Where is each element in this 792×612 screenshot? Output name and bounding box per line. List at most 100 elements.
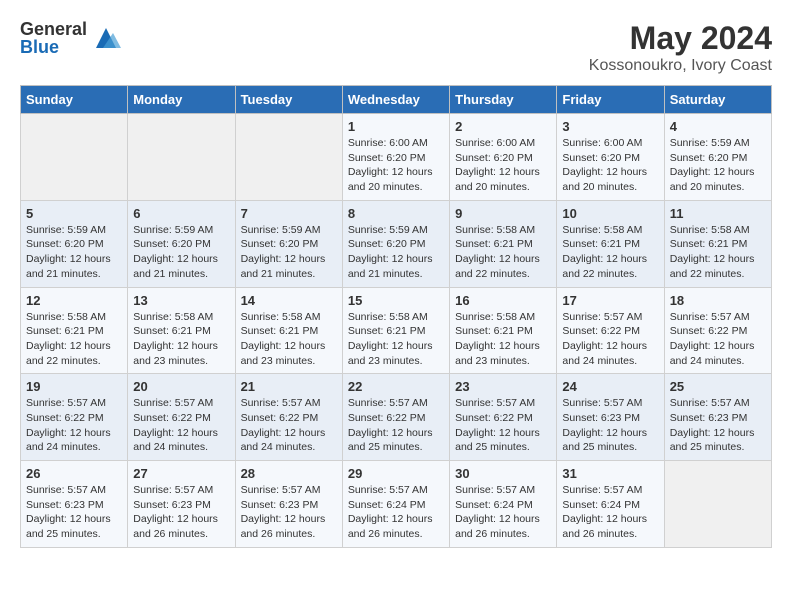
cell-content: Sunrise: 5:57 AM Sunset: 6:22 PM Dayligh… [133, 396, 229, 455]
day-number: 15 [348, 293, 444, 308]
calendar-cell: 5 Sunrise: 5:59 AM Sunset: 6:20 PM Daylig… [21, 200, 128, 287]
day-number: 10 [562, 206, 658, 221]
day-number: 13 [133, 293, 229, 308]
calendar-cell: 2 Sunrise: 6:00 AM Sunset: 6:20 PM Daylig… [450, 114, 557, 201]
calendar-cell [128, 114, 235, 201]
day-number: 19 [26, 379, 122, 394]
day-number: 17 [562, 293, 658, 308]
calendar-cell: 9Sunrise: 5:58 AM Sunset: 6:21 PM Daylig… [450, 200, 557, 287]
calendar-cell: 3 Sunrise: 6:00 AM Sunset: 6:20 PM Daylig… [557, 114, 664, 201]
day-number: 26 [26, 466, 122, 481]
calendar-cell: 14 Sunrise: 5:58 AM Sunset: 6:21 PM Dayli… [235, 287, 342, 374]
calendar-cell: 22 Sunrise: 5:57 AM Sunset: 6:22 PM Dayli… [342, 374, 449, 461]
calendar-cell: 24Sunrise: 5:57 AM Sunset: 6:23 PM Dayli… [557, 374, 664, 461]
cell-content: Sunrise: 5:59 AM Sunset: 6:20 PM Dayligh… [348, 223, 444, 282]
day-number: 4 [670, 119, 766, 134]
calendar-cell: 21Sunrise: 5:57 AM Sunset: 6:22 PM Dayli… [235, 374, 342, 461]
calendar-cell: 11Sunrise: 5:58 AM Sunset: 6:21 PM Dayli… [664, 200, 771, 287]
cell-content: Sunrise: 5:58 AM Sunset: 6:21 PM Dayligh… [348, 310, 444, 369]
calendar-cell: 18 Sunrise: 5:57 AM Sunset: 6:22 PM Dayli… [664, 287, 771, 374]
calendar-cell: 4Sunrise: 5:59 AM Sunset: 6:20 PM Daylig… [664, 114, 771, 201]
calendar-cell: 28 Sunrise: 5:57 AM Sunset: 6:23 PM Dayli… [235, 461, 342, 548]
calendar-cell: 26 Sunrise: 5:57 AM Sunset: 6:23 PM Dayli… [21, 461, 128, 548]
day-number: 8 [348, 206, 444, 221]
cell-content: Sunrise: 5:57 AM Sunset: 6:24 PM Dayligh… [455, 483, 551, 542]
cell-content: Sunrise: 6:00 AM Sunset: 6:20 PM Dayligh… [455, 136, 551, 195]
title-area: May 2024 Kossonoukro, Ivory Coast [589, 20, 772, 75]
day-number: 7 [241, 206, 337, 221]
day-header-sunday: Sunday [21, 86, 128, 114]
calendar-week-4: 26 Sunrise: 5:57 AM Sunset: 6:23 PM Dayli… [21, 461, 772, 548]
day-number: 23 [455, 379, 551, 394]
cell-content: Sunrise: 5:58 AM Sunset: 6:21 PM Dayligh… [26, 310, 122, 369]
calendar-week-2: 12 Sunrise: 5:58 AM Sunset: 6:21 PM Dayli… [21, 287, 772, 374]
calendar-cell: 15 Sunrise: 5:58 AM Sunset: 6:21 PM Dayli… [342, 287, 449, 374]
day-number: 28 [241, 466, 337, 481]
day-number: 22 [348, 379, 444, 394]
cell-content: Sunrise: 5:59 AM Sunset: 6:20 PM Dayligh… [241, 223, 337, 282]
cell-content: Sunrise: 5:58 AM Sunset: 6:21 PM Dayligh… [455, 310, 551, 369]
cell-content: Sunrise: 6:00 AM Sunset: 6:20 PM Dayligh… [348, 136, 444, 195]
cell-content: Sunrise: 5:57 AM Sunset: 6:23 PM Dayligh… [133, 483, 229, 542]
day-number: 20 [133, 379, 229, 394]
logo: General Blue [20, 20, 121, 56]
day-number: 16 [455, 293, 551, 308]
day-number: 14 [241, 293, 337, 308]
day-number: 18 [670, 293, 766, 308]
calendar-cell: 13Sunrise: 5:58 AM Sunset: 6:21 PM Dayli… [128, 287, 235, 374]
calendar-cell: 27 Sunrise: 5:57 AM Sunset: 6:23 PM Dayli… [128, 461, 235, 548]
day-header-wednesday: Wednesday [342, 86, 449, 114]
day-number: 2 [455, 119, 551, 134]
day-number: 1 [348, 119, 444, 134]
calendar-cell: 20 Sunrise: 5:57 AM Sunset: 6:22 PM Dayli… [128, 374, 235, 461]
day-number: 24 [562, 379, 658, 394]
subtitle: Kossonoukro, Ivory Coast [589, 57, 772, 75]
cell-content: Sunrise: 5:57 AM Sunset: 6:22 PM Dayligh… [562, 310, 658, 369]
calendar-header-row: SundayMondayTuesdayWednesdayThursdayFrid… [21, 86, 772, 114]
day-number: 31 [562, 466, 658, 481]
day-number: 12 [26, 293, 122, 308]
cell-content: Sunrise: 5:58 AM Sunset: 6:21 PM Dayligh… [562, 223, 658, 282]
calendar-cell: 8 Sunrise: 5:59 AM Sunset: 6:20 PM Daylig… [342, 200, 449, 287]
cell-content: Sunrise: 5:57 AM Sunset: 6:24 PM Dayligh… [562, 483, 658, 542]
cell-content: Sunrise: 5:58 AM Sunset: 6:21 PM Dayligh… [241, 310, 337, 369]
calendar-cell [21, 114, 128, 201]
calendar-cell: 19 Sunrise: 5:57 AM Sunset: 6:22 PM Dayli… [21, 374, 128, 461]
calendar-cell: 16 Sunrise: 5:58 AM Sunset: 6:21 PM Dayli… [450, 287, 557, 374]
logo-general: General [20, 20, 87, 38]
calendar-cell: 1 Sunrise: 6:00 AM Sunset: 6:20 PM Daylig… [342, 114, 449, 201]
day-header-thursday: Thursday [450, 86, 557, 114]
cell-content: Sunrise: 5:59 AM Sunset: 6:20 PM Dayligh… [133, 223, 229, 282]
calendar-cell: 25 Sunrise: 5:57 AM Sunset: 6:23 PM Dayli… [664, 374, 771, 461]
cell-content: Sunrise: 5:57 AM Sunset: 6:24 PM Dayligh… [348, 483, 444, 542]
calendar-cell: 17 Sunrise: 5:57 AM Sunset: 6:22 PM Dayli… [557, 287, 664, 374]
logo-icon [91, 23, 121, 53]
cell-content: Sunrise: 5:57 AM Sunset: 6:23 PM Dayligh… [241, 483, 337, 542]
day-number: 11 [670, 206, 766, 221]
calendar-cell [235, 114, 342, 201]
day-number: 27 [133, 466, 229, 481]
cell-content: Sunrise: 5:59 AM Sunset: 6:20 PM Dayligh… [26, 223, 122, 282]
day-header-friday: Friday [557, 86, 664, 114]
calendar-cell: 12 Sunrise: 5:58 AM Sunset: 6:21 PM Dayli… [21, 287, 128, 374]
logo-blue: Blue [20, 38, 87, 56]
cell-content: Sunrise: 5:57 AM Sunset: 6:23 PM Dayligh… [670, 396, 766, 455]
day-number: 30 [455, 466, 551, 481]
cell-content: Sunrise: 5:57 AM Sunset: 6:22 PM Dayligh… [348, 396, 444, 455]
day-header-saturday: Saturday [664, 86, 771, 114]
day-number: 3 [562, 119, 658, 134]
calendar-cell [664, 461, 771, 548]
cell-content: Sunrise: 5:57 AM Sunset: 6:22 PM Dayligh… [26, 396, 122, 455]
calendar-cell: 10 Sunrise: 5:58 AM Sunset: 6:21 PM Dayli… [557, 200, 664, 287]
day-number: 5 [26, 206, 122, 221]
calendar-cell: 6Sunrise: 5:59 AM Sunset: 6:20 PM Daylig… [128, 200, 235, 287]
day-number: 25 [670, 379, 766, 394]
cell-content: Sunrise: 5:57 AM Sunset: 6:22 PM Dayligh… [670, 310, 766, 369]
cell-content: Sunrise: 5:57 AM Sunset: 6:23 PM Dayligh… [26, 483, 122, 542]
cell-content: Sunrise: 6:00 AM Sunset: 6:20 PM Dayligh… [562, 136, 658, 195]
calendar-cell: 29Sunrise: 5:57 AM Sunset: 6:24 PM Dayli… [342, 461, 449, 548]
calendar-cell: 23Sunrise: 5:57 AM Sunset: 6:22 PM Dayli… [450, 374, 557, 461]
day-number: 9 [455, 206, 551, 221]
cell-content: Sunrise: 5:57 AM Sunset: 6:22 PM Dayligh… [241, 396, 337, 455]
day-header-tuesday: Tuesday [235, 86, 342, 114]
